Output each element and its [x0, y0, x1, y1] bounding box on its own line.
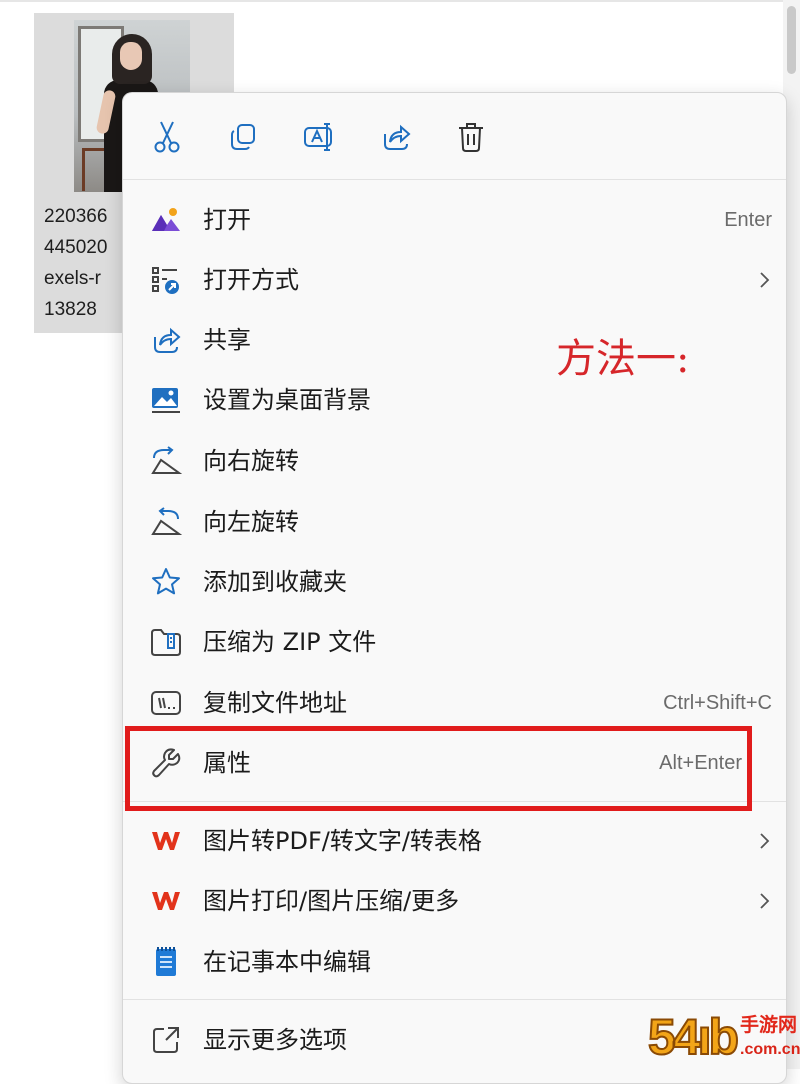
context-menu: 打开 Enter 打开方式 共享 设置为桌面背景 向右旋转 向左旋转 添加到收藏…: [122, 92, 787, 1084]
rename-button[interactable]: [300, 117, 340, 157]
menu-item-label: 复制文件地址: [203, 689, 347, 717]
menu-item-label: 打开: [203, 206, 251, 234]
method-annotation: 方法一:: [556, 336, 690, 382]
delete-icon: [459, 123, 483, 152]
copy-button[interactable]: [223, 117, 263, 157]
site-watermark: 54ıb 手游网 .com.cn: [647, 1008, 800, 1069]
desktop-background-icon: [150, 384, 182, 416]
share-icon: [384, 124, 411, 150]
menu-item-label: 打开方式: [203, 266, 299, 294]
menu-item-compress-zip[interactable]: 压缩为 ZIP 文件: [123, 613, 786, 671]
menu-item-label: 向左旋转: [203, 508, 299, 536]
share-icon: [150, 324, 182, 356]
cut-button[interactable]: [147, 117, 187, 157]
open-with-icon: [150, 264, 182, 296]
menu-separator: [123, 999, 786, 1000]
notepad-icon: [150, 946, 182, 978]
cut-icon: [154, 121, 180, 153]
share-button[interactable]: [376, 117, 416, 157]
chevron-right-icon: [760, 272, 770, 288]
menu-item-label: 图片转PDF/转文字/转表格: [203, 827, 482, 855]
menu-item-label: 图片打印/图片压缩/更多: [203, 887, 460, 915]
menu-item-wps-convert[interactable]: 图片转PDF/转文字/转表格: [123, 812, 786, 870]
menu-item-wps-print[interactable]: 图片打印/图片压缩/更多: [123, 872, 786, 930]
menu-item-label: 显示更多选项: [203, 1026, 347, 1054]
rotate-left-icon: [150, 506, 182, 538]
menu-item-label: 压缩为 ZIP 文件: [203, 628, 377, 656]
properties-highlight-box: [125, 726, 752, 811]
copy-path-icon: [150, 687, 182, 719]
zip-folder-icon: [150, 626, 182, 658]
menu-item-copy-path[interactable]: 复制文件地址 Ctrl+Shift+C: [123, 674, 786, 732]
menu-item-label: 向右旋转: [203, 447, 299, 475]
photos-app-icon: [150, 204, 182, 236]
copy-icon: [231, 124, 255, 150]
delete-button[interactable]: [451, 117, 491, 157]
wps-icon: [150, 885, 182, 917]
watermark-logo: 54ıb: [647, 1008, 740, 1066]
chevron-right-icon: [760, 833, 770, 849]
menu-item-rotate-right[interactable]: 向右旋转: [123, 432, 786, 490]
menu-item-add-favorites[interactable]: 添加到收藏夹: [123, 553, 786, 611]
menu-item-label: 共享: [203, 326, 251, 354]
menu-item-label: 在记事本中编辑: [203, 948, 371, 976]
scrollbar-thumb[interactable]: [787, 6, 796, 74]
menu-item-open-with[interactable]: 打开方式: [123, 251, 786, 309]
menu-item-open[interactable]: 打开 Enter: [123, 191, 786, 249]
rotate-right-icon: [150, 445, 182, 477]
quick-action-bar: [123, 93, 786, 180]
window-top-border: [0, 0, 800, 2]
menu-item-shortcut: Enter: [724, 209, 772, 231]
menu-item-label: 添加到收藏夹: [203, 568, 347, 596]
menu-item-rotate-left[interactable]: 向左旋转: [123, 493, 786, 551]
wps-icon: [150, 825, 182, 857]
chevron-right-icon: [760, 893, 770, 909]
rename-icon: [304, 123, 332, 151]
menu-item-edit-notepad[interactable]: 在记事本中编辑: [123, 933, 786, 991]
watermark-text: 手游网: [740, 1014, 798, 1036]
show-more-icon: [150, 1024, 182, 1056]
watermark-domain: .com.cn: [740, 1041, 800, 1058]
menu-item-shortcut: Ctrl+Shift+C: [663, 692, 772, 714]
star-icon: [150, 566, 182, 598]
menu-item-label: 设置为桌面背景: [203, 386, 371, 414]
